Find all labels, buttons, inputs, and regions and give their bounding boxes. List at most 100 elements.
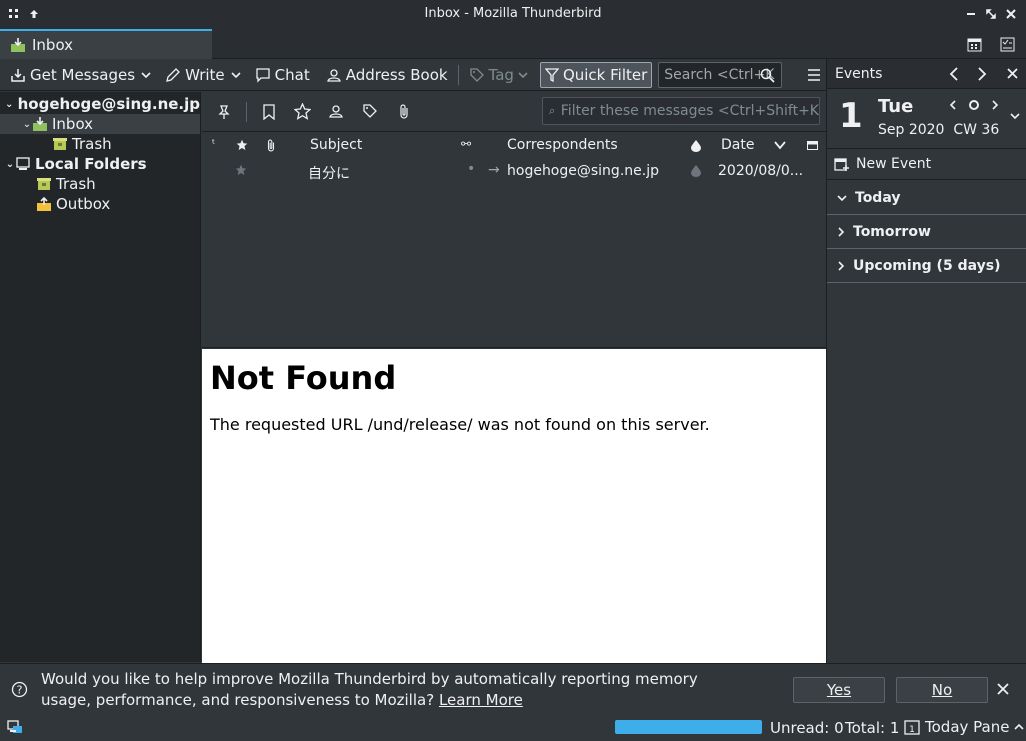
learn-more-link[interactable]: Learn More [439, 691, 523, 709]
computer-icon [16, 157, 30, 170]
folder-inbox-trash[interactable]: Trash [0, 134, 200, 154]
column-picker-icon[interactable] [807, 141, 818, 151]
read-dot-icon[interactable]: • [467, 161, 475, 177]
section-tomorrow[interactable]: Tomorrow [827, 215, 1026, 249]
minimize-icon[interactable] [963, 6, 979, 22]
new-event-button[interactable]: New Event [827, 148, 1026, 180]
folder-outbox[interactable]: Outbox [0, 194, 200, 214]
tasks-tab-icon[interactable] [999, 36, 1015, 52]
previous-day-icon[interactable] [949, 100, 957, 110]
section-upcoming[interactable]: Upcoming (5 days) [827, 249, 1026, 283]
trash-folder-icon [53, 138, 67, 150]
folder-account[interactable]: ⌄ hogehoge@sing.ne.jp [0, 94, 200, 114]
get-messages-dropdown[interactable] [139, 62, 153, 88]
junk-status-icon[interactable] [691, 165, 701, 177]
arrow-right-icon: → [488, 162, 500, 178]
address-book-button[interactable]: Address Book [322, 62, 452, 88]
calendar-tab-icon[interactable] [966, 36, 982, 52]
online-status-icon[interactable] [7, 719, 23, 735]
search-icon [549, 108, 554, 114]
close-notification-icon[interactable] [997, 683, 1009, 695]
title-bar: Inbox - Mozilla Thunderbird [0, 0, 1026, 29]
star-icon[interactable] [235, 164, 247, 176]
sticky-pin-icon[interactable] [216, 104, 232, 120]
chevron-right-icon [838, 260, 845, 271]
sort-chevron-down-icon[interactable] [774, 141, 786, 150]
get-messages-button[interactable]: Get Messages [6, 62, 139, 88]
message-correspondent: hogehoge@sing.ne.jp [507, 163, 659, 179]
attachment-filter-icon[interactable] [398, 103, 410, 120]
today-pane-label: Today Pane [925, 718, 1010, 736]
message-date: 2020/08/0... [718, 163, 804, 179]
today-pane: Events 1 Tue Sep 2020 CW 36 New Event To… [826, 59, 1026, 663]
address-book-label: Address Book [345, 65, 448, 84]
twisty-open-icon[interactable]: ⌄ [5, 99, 13, 110]
inbox-folder-icon [33, 117, 47, 131]
chat-button[interactable]: Chat [251, 62, 314, 88]
thread-column-icon[interactable]: ᵗ [212, 137, 215, 150]
folder-local-trash[interactable]: Trash [0, 174, 200, 194]
tag-filter-icon[interactable] [362, 103, 378, 119]
weekday-label: Tue [878, 96, 914, 117]
search-placeholder: Search <Ctrl+K [664, 66, 775, 83]
junk-column-icon[interactable] [691, 140, 701, 152]
next-arrow-icon[interactable] [977, 67, 987, 81]
hamburger-menu-icon [808, 68, 820, 81]
thread-column-headers: ᵗ Subject ⚯ Correspondents Date [202, 133, 826, 158]
close-window-icon[interactable] [1003, 6, 1019, 22]
starred-filter-icon[interactable] [294, 103, 311, 120]
tab-inbox[interactable]: Inbox [0, 29, 212, 59]
preview-body: The requested URL /und/release/ was not … [210, 415, 710, 434]
unread-filter-icon[interactable] [262, 104, 276, 120]
chevron-down-icon[interactable] [1010, 112, 1020, 120]
pencil-icon [166, 67, 180, 82]
section-today[interactable]: Today [827, 181, 1026, 215]
section-today-label: Today [855, 189, 901, 206]
star-column-icon[interactable] [236, 139, 248, 151]
date-column-header[interactable]: Date [721, 137, 754, 153]
events-header: Events [827, 59, 1026, 89]
progress-bar [615, 720, 762, 734]
status-bar: Unread: 0 Total: 1 1 Today Pane [0, 713, 1026, 741]
filter-messages-input[interactable]: Filter these messages <Ctrl+Shift+K [542, 97, 820, 125]
new-event-icon [834, 158, 849, 171]
folder-local-folders[interactable]: ⌄ Local Folders [0, 154, 200, 174]
svg-text:?: ? [17, 684, 23, 697]
tag-icon [469, 67, 484, 82]
close-pane-icon[interactable] [1007, 68, 1018, 79]
today-pane-toggle[interactable]: 1 Today Pane [904, 718, 1025, 736]
section-upcoming-label: Upcoming (5 days) [853, 257, 1001, 274]
maximize-icon[interactable] [983, 6, 999, 22]
write-button[interactable]: Write [161, 62, 229, 88]
unread-count: Unread: 0 [770, 719, 844, 737]
write-dropdown[interactable] [229, 62, 243, 88]
events-title: Events [835, 65, 883, 82]
tag-button[interactable]: Tag [465, 62, 532, 88]
yes-button[interactable]: Yes [793, 677, 885, 703]
quick-filter-button[interactable]: Quick Filter [539, 61, 653, 88]
subject-column-header[interactable]: Subject [310, 137, 362, 153]
table-row[interactable]: 自分に • → hogehoge@sing.ne.jp 2020/08/0... [202, 158, 826, 185]
read-status-column-icon[interactable]: ⚯ [461, 137, 471, 151]
next-day-icon[interactable] [991, 100, 999, 110]
calendar-day-icon: 1 [904, 720, 920, 735]
correspondents-column-header[interactable]: Correspondents [507, 137, 618, 153]
twisty-open-icon[interactable]: ⌄ [5, 159, 15, 170]
folder-inbox[interactable]: ⌄ Inbox [0, 114, 200, 134]
mini-day: 1 Tue Sep 2020 CW 36 [827, 90, 1026, 148]
search-input[interactable]: Search <Ctrl+K [658, 61, 782, 88]
new-event-label: New Event [856, 156, 932, 172]
contact-filter-icon[interactable] [328, 103, 344, 119]
today-circle-icon[interactable] [968, 99, 980, 111]
chevron-down-icon [518, 71, 528, 78]
previous-arrow-icon[interactable] [949, 67, 959, 81]
outbox-label: Outbox [56, 195, 111, 213]
chat-bubble-icon [256, 67, 270, 83]
folder-pane: ⌄ hogehoge@sing.ne.jp ⌄ Inbox Trash ⌄ Lo… [0, 92, 201, 662]
twisty-open-icon[interactable]: ⌄ [22, 119, 32, 130]
attachment-column-icon[interactable] [266, 138, 276, 153]
app-menu-button[interactable] [802, 62, 826, 88]
write-label: Write [185, 65, 225, 84]
chat-label: Chat [274, 65, 310, 84]
no-button[interactable]: No [896, 677, 988, 703]
